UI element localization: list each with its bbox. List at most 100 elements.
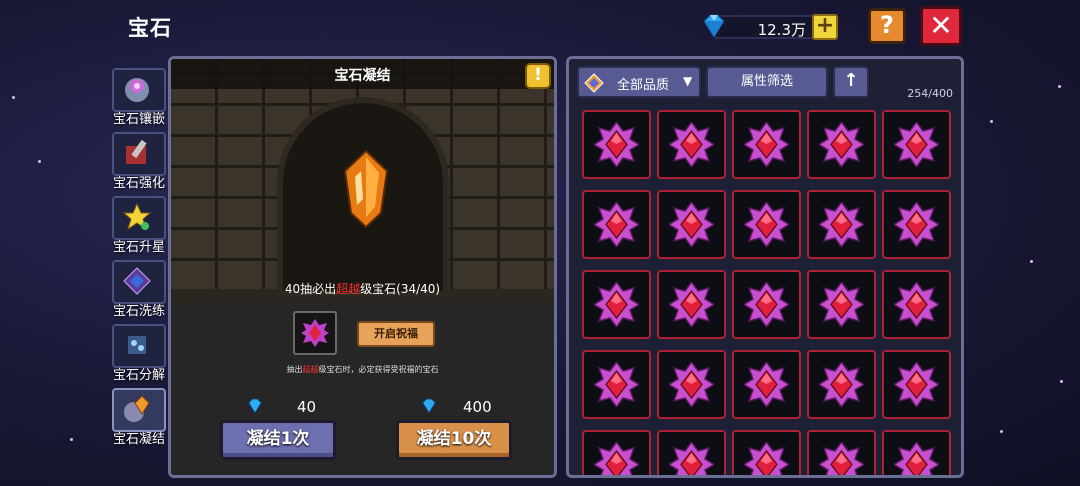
gem-slot[interactable]: [657, 110, 726, 179]
gem-slot[interactable]: [657, 350, 726, 419]
gem-slot[interactable]: [882, 350, 951, 419]
add-currency-button[interactable]: +: [812, 14, 838, 40]
gem-enhance-icon: [126, 139, 147, 164]
red-gem-icon: [669, 282, 714, 327]
red-gem-icon: [744, 442, 789, 475]
close-button[interactable]: ✕: [920, 6, 962, 46]
background-star: [990, 120, 993, 123]
sidebar-item-label: 宝石分解: [112, 368, 165, 383]
condense-once-button[interactable]: 凝结1次: [220, 420, 336, 460]
sidebar-item-label: 宝石升星: [112, 240, 165, 255]
gem-slot[interactable]: [807, 190, 876, 259]
red-gem-icon: [594, 442, 639, 475]
gem-slot[interactable]: [807, 270, 876, 339]
red-gem-icon: [594, 122, 639, 167]
note-prefix: 抽出: [286, 365, 303, 374]
diamond-icon: [703, 14, 725, 39]
sidebar-item-gem-enhance[interactable]: 宝石强化: [108, 130, 170, 191]
help-button[interactable]: ?: [868, 8, 906, 44]
red-gem-icon: [819, 282, 864, 327]
gem-slot[interactable]: [582, 430, 651, 475]
gem-slot[interactable]: [807, 110, 876, 179]
ten-cost-value: 400: [463, 398, 492, 416]
star-upgrade-icon: [122, 202, 152, 231]
gem-slot[interactable]: [657, 430, 726, 475]
red-gem-icon: [894, 362, 939, 407]
red-gem-icon: [669, 362, 714, 407]
background-star: [1058, 85, 1061, 88]
note-suffix: 级宝石时，必定获得受祝福的宝石: [318, 365, 439, 374]
chevron-down-icon: ▼: [683, 74, 693, 88]
gem-slot[interactable]: [732, 430, 801, 475]
background-star: [1000, 430, 1003, 433]
red-gem-icon: [594, 282, 639, 327]
sort-button[interactable]: ↑: [833, 66, 869, 98]
condense-panel: 宝石凝结 ! 40抽必出超越级宝石(34/40) 开启祝福 抽出超越级宝石时，必…: [168, 56, 557, 478]
red-gem-icon: [744, 362, 789, 407]
sidebar-item-gem-inlay[interactable]: 宝石镶嵌: [108, 66, 170, 127]
background-star: [1030, 260, 1033, 263]
gem-refine-icon: [123, 267, 151, 295]
quality-filter-label: 全部品质: [617, 78, 670, 93]
pity-highlight: 超越: [336, 282, 361, 296]
gem-inlay-icon: [125, 78, 149, 102]
orange-crystal-icon: [343, 149, 389, 229]
red-gem-icon: [744, 202, 789, 247]
gem-slot[interactable]: [657, 190, 726, 259]
gem-condense-icon: [124, 395, 150, 422]
red-gem-icon: [894, 122, 939, 167]
sidebar-item-star-upgrade[interactable]: 宝石升星: [108, 194, 170, 255]
panel-title: 宝石凝结: [334, 68, 391, 84]
quality-filter-dropdown[interactable]: 全部品质 ▼: [577, 66, 701, 98]
info-button[interactable]: !: [525, 63, 551, 89]
note-highlight: 超越: [302, 365, 319, 374]
sidebar-item-label: 宝石洗练: [112, 304, 165, 319]
gem-slot[interactable]: [882, 430, 951, 475]
page-title: 宝石: [128, 16, 172, 40]
condense-ten-button[interactable]: 凝结10次: [396, 420, 512, 460]
sidebar-item-gem-refine[interactable]: 宝石洗练: [108, 258, 170, 319]
blessed-gem-slot[interactable]: [293, 311, 337, 355]
red-gem-icon: [594, 202, 639, 247]
gem-slot[interactable]: [657, 270, 726, 339]
gem-slot[interactable]: [732, 110, 801, 179]
sidebar-item-gem-condense[interactable]: 宝石凝结: [108, 386, 170, 447]
red-gem-icon: [744, 282, 789, 327]
sidebar-item-label: 宝石凝结: [112, 432, 165, 447]
gem-slot[interactable]: [882, 110, 951, 179]
sidebar-item-gem-decompose[interactable]: 宝石分解: [108, 322, 170, 383]
gem-slot[interactable]: [807, 350, 876, 419]
gem-slot[interactable]: [582, 110, 651, 179]
red-gem-icon: [594, 362, 639, 407]
pity-counter: 40抽必出超越级宝石(34/40): [171, 280, 554, 297]
gem-slot[interactable]: [582, 350, 651, 419]
attribute-filter-button[interactable]: 属性筛选: [706, 66, 828, 98]
red-gem-icon: [894, 202, 939, 247]
gem-slot[interactable]: [582, 190, 651, 259]
red-gem-icon: [819, 122, 864, 167]
diamond-icon: [247, 398, 263, 414]
currency-display: 12.3万 +: [700, 12, 842, 42]
gem-slot[interactable]: [807, 430, 876, 475]
red-gem-icon: [894, 442, 939, 475]
open-blessing-button[interactable]: 开启祝福: [357, 321, 435, 347]
gem-decompose-icon: [128, 336, 146, 354]
gem-grid: [582, 110, 961, 475]
background-star: [12, 96, 15, 99]
red-gem-icon: [669, 442, 714, 475]
gem-slot[interactable]: [732, 190, 801, 259]
gem-slot[interactable]: [882, 270, 951, 339]
currency-amount: 12.3万: [757, 21, 806, 39]
gem-slot[interactable]: [732, 270, 801, 339]
pity-prefix: 40抽必出: [284, 282, 337, 296]
gem-slot[interactable]: [732, 350, 801, 419]
red-gem-icon: [894, 282, 939, 327]
gem-slot[interactable]: [582, 270, 651, 339]
red-gem-icon: [669, 202, 714, 247]
background-star: [38, 160, 41, 163]
gem-slot[interactable]: [882, 190, 951, 259]
single-cost-value: 40: [297, 398, 317, 416]
quality-gem-icon: [584, 73, 604, 93]
background-star: [1060, 380, 1063, 383]
pity-suffix: 级宝石(34/40): [360, 282, 441, 296]
